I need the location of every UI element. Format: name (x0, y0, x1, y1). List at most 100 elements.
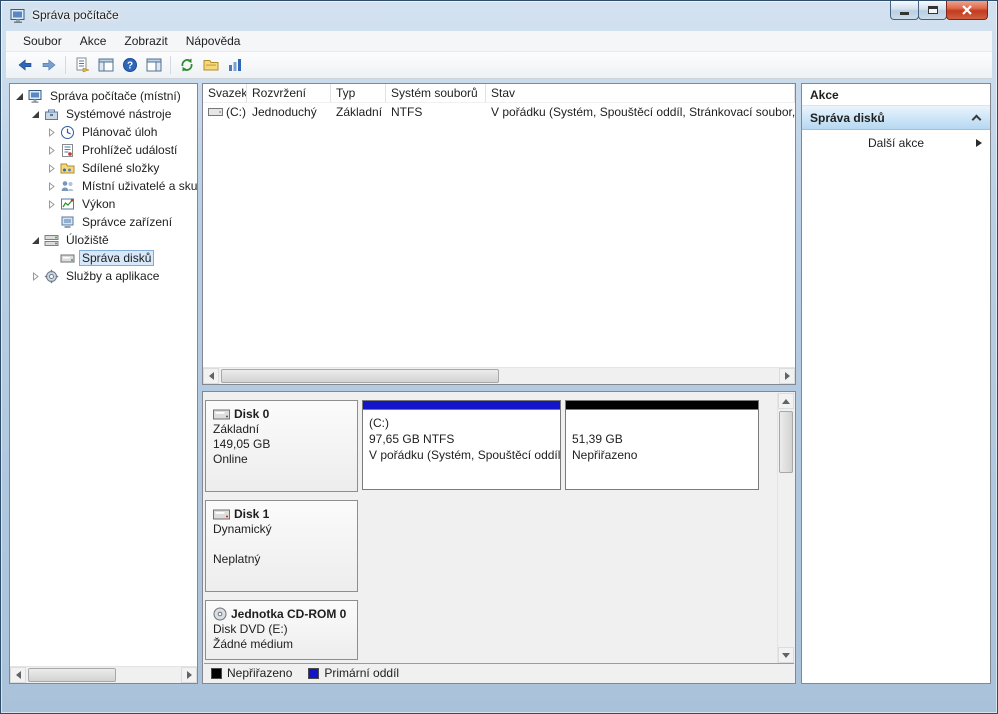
tree-item-prohlizec-udalosti[interactable]: Prohlížeč událostí (10, 141, 197, 159)
toolbar: ? (6, 52, 992, 79)
actions-section-sprava-disku[interactable]: Správa disků (802, 106, 990, 130)
scroll-up-icon[interactable] (778, 393, 794, 409)
volume-list-horizontal-scrollbar[interactable] (203, 367, 795, 384)
close-icon (961, 5, 973, 15)
tree-item-planovac-uloh[interactable]: Plánovač úloh (10, 123, 197, 141)
expander-collapsed-icon[interactable] (46, 163, 57, 174)
minimize-button[interactable] (890, 1, 919, 20)
expander-collapsed-icon[interactable] (46, 145, 57, 156)
partition-size: 51,39 GB (572, 431, 752, 447)
partition-c[interactable]: (C:) 97,65 GB NTFS V pořádku (Systém, Sp… (362, 400, 561, 490)
shared-folders-icon (59, 161, 75, 176)
tree-item-label: Správce zařízení (79, 214, 175, 230)
partition-color-band-primary (363, 401, 560, 410)
disk-size: 149,05 GB (213, 437, 357, 452)
column-header-system-souboru[interactable]: Systém souborů (386, 84, 486, 102)
column-header-rozvrzeni[interactable]: Rozvržení (247, 84, 331, 102)
tree-item-label: Výkon (79, 196, 118, 212)
menu-akce[interactable]: Akce (71, 32, 116, 50)
tree-item-label: Služby a aplikace (63, 268, 162, 284)
partition-legend: Nepřiřazeno Primární oddíl (204, 663, 794, 682)
volume-row[interactable]: (C:) Jednoduchý Základní NTFS V pořádku … (203, 103, 795, 121)
tree-item-systemove-nastroje[interactable]: Systémové nástroje (10, 105, 197, 123)
event-viewer-icon (59, 143, 75, 158)
refresh-icon[interactable] (175, 54, 199, 76)
disk-type: Disk DVD (E:) (213, 622, 357, 637)
list-icon[interactable] (223, 54, 247, 76)
actions-pane: Akce Správa disků Další akce (801, 83, 991, 684)
maximize-icon (928, 6, 938, 14)
expander-none (46, 217, 57, 228)
tree-item-sprava-pocitace[interactable]: Správa počítače (místní) (10, 87, 197, 105)
volume-list-header: Svazek Rozvržení Typ Systém souborů Stav (203, 84, 795, 103)
titlebar[interactable]: Správa počítače (1, 1, 997, 31)
expander-expanded-icon[interactable] (30, 235, 41, 246)
scroll-left-icon[interactable] (203, 368, 219, 384)
scrollbar-thumb[interactable] (221, 369, 499, 383)
tree-horizontal-scrollbar[interactable] (10, 666, 197, 683)
disk-name: Jednotka CD-ROM 0 (231, 607, 346, 621)
arrow-right-icon (976, 139, 982, 147)
tree-item-uloziste[interactable]: Úložiště (10, 231, 197, 249)
disk-type: Základní (213, 422, 357, 437)
export-list-icon[interactable] (70, 54, 94, 76)
actions-dalsi-akce[interactable]: Další akce (802, 130, 990, 156)
partition-unallocated[interactable]: 51,39 GB Nepřiřazeno (565, 400, 759, 490)
toolbar-separator (65, 56, 66, 74)
disk0-label-box[interactable]: Disk 0 Základní 149,05 GB Online (205, 400, 358, 492)
menu-napoveda[interactable]: Nápověda (177, 32, 250, 50)
disk-row-0: Disk 0 Základní 149,05 GB Online (C:) 97… (205, 400, 795, 492)
legend-item-primary: Primární oddíl (308, 666, 399, 680)
menu-zobrazit[interactable]: Zobrazit (115, 32, 176, 50)
tree-item-mistni-uzivatele[interactable]: Místní uživatelé a skupiny (10, 177, 197, 195)
tree-item-label: Místní uživatelé a skupiny (79, 178, 197, 194)
volume-status: V pořádku (Systém, Spouštěcí oddíl, Strá… (486, 105, 795, 119)
help-icon[interactable]: ? (118, 54, 142, 76)
scroll-right-icon[interactable] (779, 368, 795, 384)
properties-icon[interactable] (199, 54, 223, 76)
tree-item-sdilene-slozky[interactable]: Sdílené složky (10, 159, 197, 177)
scrollbar-thumb[interactable] (28, 668, 116, 682)
disk-drive-icon (213, 509, 230, 520)
scroll-right-icon[interactable] (181, 667, 197, 683)
back-icon[interactable] (13, 54, 37, 76)
column-header-stav[interactable]: Stav (486, 84, 795, 102)
scroll-left-icon[interactable] (10, 667, 26, 683)
tree-item-sprava-disku[interactable]: Správa disků (10, 249, 197, 267)
volume-filesystem: NTFS (386, 105, 486, 119)
partition-title (572, 415, 752, 431)
minimize-icon (900, 12, 909, 15)
expander-expanded-icon[interactable] (30, 109, 41, 120)
expander-expanded-icon[interactable] (14, 91, 25, 102)
tree-item-label: Správa počítače (místní) (47, 88, 184, 104)
maximize-button[interactable] (918, 1, 947, 20)
tree-item-spravce-zarizeni[interactable]: Správce zařízení (10, 213, 197, 231)
expander-collapsed-icon[interactable] (30, 271, 41, 282)
menubar: Soubor Akce Zobrazit Nápověda (6, 31, 992, 52)
cdrom-label-box[interactable]: Jednotka CD-ROM 0 Disk DVD (E:) Žádné mé… (205, 600, 358, 660)
expander-none (46, 253, 57, 264)
show-console-tree-icon[interactable] (94, 54, 118, 76)
expander-collapsed-icon[interactable] (46, 199, 57, 210)
legend-swatch-unallocated (211, 668, 222, 679)
tree-item-label: Úložiště (63, 232, 112, 248)
tree-item-sluzby-aplikace[interactable]: Služby a aplikace (10, 267, 197, 285)
column-header-typ[interactable]: Typ (331, 84, 386, 102)
scrollbar-thumb[interactable] (779, 411, 793, 473)
expander-collapsed-icon[interactable] (46, 181, 57, 192)
disk1-label-box[interactable]: Disk 1 Dynamický Neplatný (205, 500, 358, 592)
task-scheduler-icon (59, 125, 75, 140)
partition-title: (C:) (369, 415, 554, 431)
storage-icon (43, 233, 59, 248)
scroll-down-icon[interactable] (778, 647, 794, 663)
expander-collapsed-icon[interactable] (46, 127, 57, 138)
disk-spacer (213, 537, 357, 552)
menu-soubor[interactable]: Soubor (14, 32, 71, 50)
close-button[interactable] (946, 1, 988, 20)
tree-item-vykon[interactable]: Výkon (10, 195, 197, 213)
forward-icon[interactable] (37, 54, 61, 76)
tree-item-label: Sdílené složky (79, 160, 162, 176)
column-header-svazek[interactable]: Svazek (203, 84, 247, 102)
disk-view-vertical-scrollbar[interactable] (777, 393, 794, 663)
show-action-pane-icon[interactable] (142, 54, 166, 76)
